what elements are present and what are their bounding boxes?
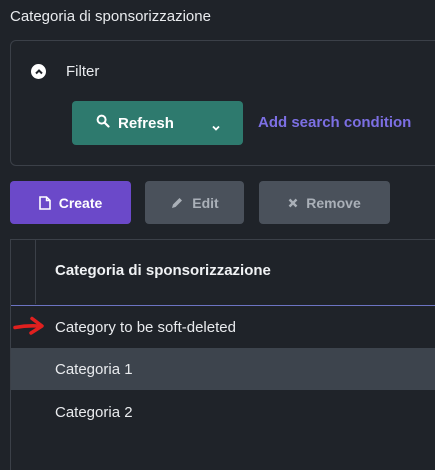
page-title: Categoria di sponsorizzazione [10, 8, 211, 25]
pencil-icon [170, 196, 184, 210]
table-cell: Category to be soft-deleted [55, 318, 236, 336]
refresh-button[interactable]: Refresh [72, 101, 243, 145]
chevron-up-circle-icon[interactable] [31, 64, 46, 79]
red-arrow-icon [13, 315, 47, 342]
table-row[interactable]: Categoria 2 [11, 391, 435, 433]
refresh-label: Refresh [118, 114, 174, 132]
filter-header[interactable]: Filter [31, 63, 99, 80]
category-table: Categoria di sponsorizzazione Category t… [10, 239, 435, 470]
column-header[interactable]: Categoria di sponsorizzazione [55, 262, 271, 279]
table-cell: Categoria 1 [55, 360, 133, 378]
x-icon [288, 198, 298, 208]
remove-button[interactable]: Remove [259, 181, 390, 224]
remove-label: Remove [306, 194, 361, 211]
table-row[interactable]: Category to be soft-deleted [11, 305, 435, 349]
edit-button[interactable]: Edit [145, 181, 244, 224]
add-search-condition-link[interactable]: Add search condition [258, 114, 411, 131]
table-row[interactable]: Categoria 1 [11, 348, 435, 390]
table-cell: Categoria 2 [55, 403, 133, 421]
file-icon [38, 195, 51, 210]
row-selector-column [11, 240, 36, 304]
chevron-down-icon[interactable] [211, 119, 221, 137]
filter-label: Filter [66, 63, 100, 80]
filter-panel: Filter Refresh Add search condition [10, 40, 435, 166]
edit-label: Edit [192, 194, 219, 211]
create-label: Create [58, 194, 103, 211]
create-button[interactable]: Create [10, 181, 131, 224]
search-icon [96, 114, 110, 133]
